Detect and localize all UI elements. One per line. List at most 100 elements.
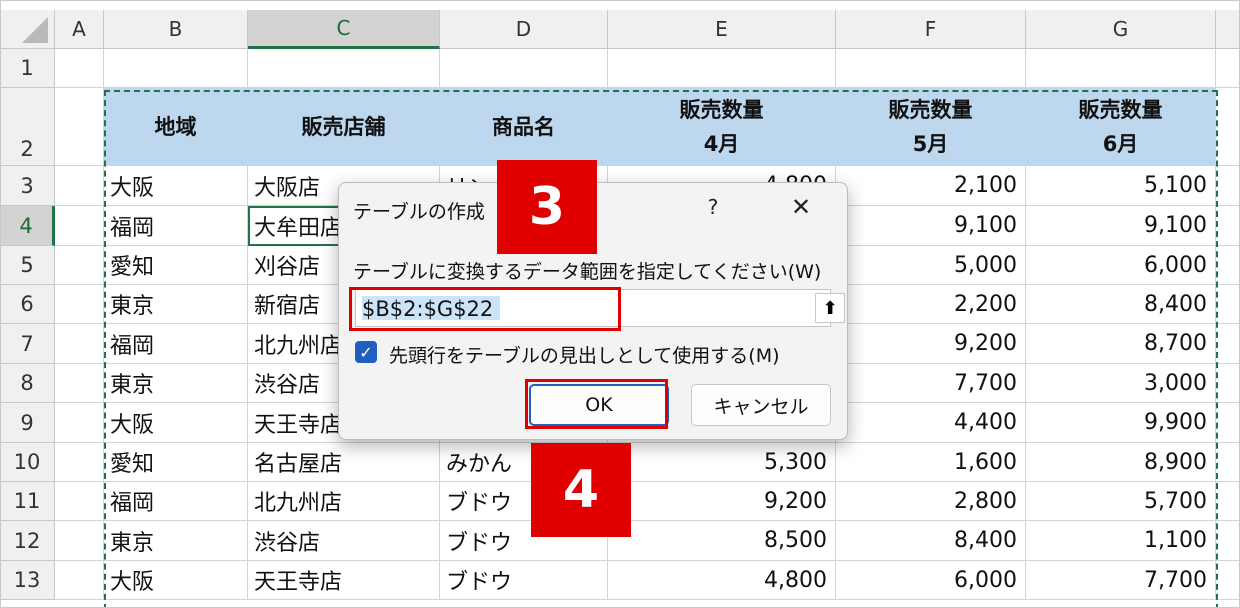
range-field[interactable]: ⬆ xyxy=(355,289,845,328)
table-cell[interactable]: 福岡 xyxy=(104,324,248,364)
table-cell[interactable]: 9,200 xyxy=(608,482,836,521)
table-cell[interactable]: 4,400 xyxy=(836,403,1026,443)
table-cell[interactable]: 8,400 xyxy=(836,521,1026,561)
cell-a10[interactable] xyxy=(55,443,104,482)
row-header-7[interactable]: 7 xyxy=(0,324,55,364)
table-cell[interactable]: 6,000 xyxy=(836,561,1026,600)
cell-partial[interactable] xyxy=(1216,88,1240,166)
cell-partial[interactable] xyxy=(1216,166,1240,206)
row-header-1[interactable]: 1 xyxy=(0,49,55,88)
cell-partial[interactable] xyxy=(1216,364,1240,403)
table-cell[interactable]: 8,400 xyxy=(1026,285,1216,324)
table-cell[interactable]: 9,100 xyxy=(836,206,1026,246)
table-cell[interactable]: 東京 xyxy=(104,285,248,324)
cell-a1[interactable] xyxy=(55,49,104,88)
column-header-f[interactable]: F xyxy=(836,10,1026,49)
table-cell[interactable]: 大阪 xyxy=(104,166,248,206)
cell-b1[interactable] xyxy=(104,49,248,88)
table-cell[interactable]: 渋谷店 xyxy=(248,521,440,561)
table-cell[interactable]: 東京 xyxy=(104,521,248,561)
table-cell[interactable]: 5,000 xyxy=(836,246,1026,285)
table-cell[interactable]: 愛知 xyxy=(104,443,248,482)
cancel-button[interactable]: キャンセル xyxy=(691,384,831,426)
column-header-e[interactable]: E xyxy=(608,10,836,49)
table-cell[interactable]: 愛知 xyxy=(104,246,248,285)
cell-partial[interactable] xyxy=(1216,443,1240,482)
cell-f1[interactable] xyxy=(836,49,1026,88)
column-header-partial[interactable] xyxy=(1216,10,1240,49)
table-header-apr[interactable]: 販売数量 4月 xyxy=(608,88,836,166)
row-header-3[interactable]: 3 xyxy=(0,166,55,206)
cell-partial[interactable] xyxy=(1216,246,1240,285)
table-cell[interactable]: 6,000 xyxy=(1026,246,1216,285)
table-cell[interactable]: 福岡 xyxy=(104,206,248,246)
column-header-b[interactable]: B xyxy=(104,10,248,49)
table-cell[interactable]: 5,100 xyxy=(1026,166,1216,206)
column-header-a[interactable]: A xyxy=(55,10,104,49)
row-header-6[interactable]: 6 xyxy=(0,285,55,324)
table-cell[interactable]: 4,800 xyxy=(608,561,836,600)
cell-a5[interactable] xyxy=(55,246,104,285)
cell-d1[interactable] xyxy=(440,49,608,88)
table-cell[interactable]: 9,900 xyxy=(1026,403,1216,443)
row-header-13[interactable]: 13 xyxy=(0,561,55,600)
table-cell[interactable]: 大阪 xyxy=(104,403,248,443)
table-header-may[interactable]: 販売数量 5月 xyxy=(836,88,1026,166)
collapse-dialog-icon[interactable]: ⬆ xyxy=(815,293,845,323)
row-header-9[interactable]: 9 xyxy=(0,403,55,443)
table-cell[interactable]: 名古屋店 xyxy=(248,443,440,482)
table-cell[interactable]: 8,500 xyxy=(608,521,836,561)
cell-partial[interactable] xyxy=(1216,561,1240,600)
row-header-5[interactable]: 5 xyxy=(0,246,55,285)
table-cell[interactable]: 8,700 xyxy=(1026,324,1216,364)
cell-a3[interactable] xyxy=(55,166,104,206)
cell-partial[interactable] xyxy=(1216,324,1240,364)
row-header-2[interactable]: 2 xyxy=(0,88,55,166)
row-header-11[interactable]: 11 xyxy=(0,482,55,521)
cell-a2[interactable] xyxy=(55,88,104,166)
cell-e1[interactable] xyxy=(608,49,836,88)
cell-a9[interactable] xyxy=(55,403,104,443)
cell-partial[interactable] xyxy=(1216,285,1240,324)
cell-partial[interactable] xyxy=(1216,206,1240,246)
table-cell[interactable]: 大阪 xyxy=(104,561,248,600)
table-cell[interactable]: 5,700 xyxy=(1026,482,1216,521)
row-header-8[interactable]: 8 xyxy=(0,364,55,403)
cell-a7[interactable] xyxy=(55,324,104,364)
cell-partial[interactable] xyxy=(1216,482,1240,521)
table-cell[interactable]: 7,700 xyxy=(836,364,1026,403)
cell-a8[interactable] xyxy=(55,364,104,403)
ok-button[interactable]: OK xyxy=(529,384,669,426)
cell-a11[interactable] xyxy=(55,482,104,521)
help-icon[interactable]: ? xyxy=(703,195,723,219)
header-row-checkbox-label[interactable]: 先頭行をテーブルの見出しとして使用する(M) xyxy=(389,341,780,368)
table-cell[interactable]: 3,000 xyxy=(1026,364,1216,403)
table-cell[interactable]: 9,100 xyxy=(1026,206,1216,246)
table-cell[interactable]: 東京 xyxy=(104,364,248,403)
cell-partial[interactable] xyxy=(1216,403,1240,443)
table-cell[interactable]: 7,700 xyxy=(1026,561,1216,600)
table-cell[interactable]: 2,800 xyxy=(836,482,1026,521)
cell-a6[interactable] xyxy=(55,285,104,324)
table-cell[interactable]: 北九州店 xyxy=(248,482,440,521)
table-cell[interactable]: 8,900 xyxy=(1026,443,1216,482)
close-icon[interactable]: ✕ xyxy=(789,195,813,219)
table-cell[interactable]: 2,100 xyxy=(836,166,1026,206)
table-header-jun[interactable]: 販売数量 6月 xyxy=(1026,88,1216,166)
row-header-10[interactable]: 10 xyxy=(0,443,55,482)
cell-a12[interactable] xyxy=(55,521,104,561)
table-cell[interactable]: 5,300 xyxy=(608,443,836,482)
cell-a13[interactable] xyxy=(55,561,104,600)
range-input[interactable] xyxy=(356,290,804,328)
cell-partial[interactable] xyxy=(1216,49,1240,88)
column-header-g[interactable]: G xyxy=(1026,10,1216,49)
table-cell[interactable]: 2,200 xyxy=(836,285,1026,324)
table-header-region[interactable]: 地域 xyxy=(104,88,248,166)
table-cell[interactable]: 9,200 xyxy=(836,324,1026,364)
column-header-c[interactable]: C xyxy=(248,10,440,49)
table-cell[interactable]: 1,100 xyxy=(1026,521,1216,561)
row-header-12[interactable]: 12 xyxy=(0,521,55,561)
table-header-product[interactable]: 商品名 xyxy=(440,88,608,166)
table-header-store[interactable]: 販売店舗 xyxy=(248,88,440,166)
table-cell[interactable]: 1,600 xyxy=(836,443,1026,482)
